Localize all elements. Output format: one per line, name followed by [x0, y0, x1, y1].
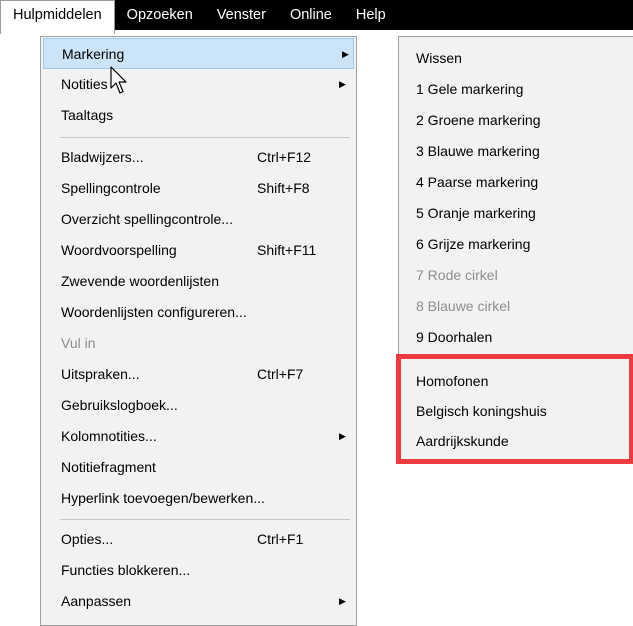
menu-item-label: Uitspraken...: [61, 366, 140, 382]
submenu-item-label: 4 Paarse markering: [416, 174, 539, 190]
menu-item-aanpassen[interactable]: Aanpassen ▶: [41, 586, 356, 617]
menu-help[interactable]: Help: [344, 0, 398, 30]
menu-item-label: Zwevende woordenlijsten: [61, 273, 219, 289]
menu-item-hyperlink[interactable]: Hyperlink toevoegen/bewerken...: [41, 483, 356, 514]
menu-item-shortcut: Shift+F11: [257, 242, 317, 258]
menu-bar: Hulpmiddelen Opzoeken Venster Online Hel…: [0, 0, 633, 34]
submenu-item-doorhalen[interactable]: 9 Doorhalen: [399, 322, 633, 353]
menu-item-shortcut: Ctrl+F1: [257, 531, 304, 547]
submenu-item-rode-cirkel: 7 Rode cirkel: [399, 260, 633, 291]
menu-item-taaltags[interactable]: Taaltags: [41, 100, 356, 131]
menu-item-label: Taaltags: [61, 107, 114, 123]
menu-item-label: Spellingcontrole: [61, 180, 161, 196]
submenu-item-oranje-markering[interactable]: 5 Oranje markering: [399, 198, 633, 229]
menu-item-kolomnotities[interactable]: Kolomnotities... ▶: [41, 421, 356, 452]
submenu-item-label: 9 Doorhalen: [416, 329, 493, 345]
menu-item-gebruikslogboek[interactable]: Gebruikslogboek...: [41, 390, 356, 421]
menu-item-functies-blokkeren[interactable]: Functies blokkeren...: [41, 555, 356, 586]
menu-item-shortcut: Shift+F8: [257, 180, 310, 196]
submenu-arrow-icon: ▶: [339, 431, 346, 441]
mouse-cursor-icon: [110, 66, 127, 94]
menu-item-label: Kolomnotities...: [61, 428, 157, 444]
menu-item-label: Bladwijzers...: [61, 149, 144, 165]
menu-item-label: Woordvoorspelling: [61, 242, 177, 258]
menu-separator: [60, 137, 350, 138]
submenu-item-label: 3 Blauwe markering: [416, 143, 540, 159]
menu-item-notitiefragment[interactable]: Notitiefragment: [41, 452, 356, 483]
submenu-item-blauwe-markering[interactable]: 3 Blauwe markering: [399, 136, 633, 167]
menu-item-uitspraken[interactable]: Uitspraken... Ctrl+F7: [41, 359, 356, 390]
menu-item-label: Vul in: [61, 335, 96, 351]
submenu-arrow-icon: ▶: [342, 49, 349, 59]
menu-item-bladwijzers[interactable]: Bladwijzers... Ctrl+F12: [41, 142, 356, 173]
submenu-item-label: 7 Rode cirkel: [416, 267, 498, 283]
submenu-item-blauwe-cirkel: 8 Blauwe cirkel: [399, 291, 633, 322]
menu-item-label: Aanpassen: [61, 593, 132, 609]
submenu-item-label: 5 Oranje markering: [416, 205, 536, 221]
submenu-item-label: 8 Blauwe cirkel: [416, 298, 511, 314]
submenu-item-groene-markering[interactable]: 2 Groene markering: [399, 105, 633, 136]
menu-item-vul-in: Vul in: [41, 328, 356, 359]
menu-item-overzicht-spellingcontrole[interactable]: Overzicht spellingcontrole...: [41, 204, 356, 235]
menu-item-label: Gebruikslogboek...: [61, 397, 178, 413]
annotation-highlight-box: [396, 354, 633, 464]
menu-item-label: Functies blokkeren...: [61, 562, 191, 578]
menu-venster[interactable]: Venster: [205, 0, 278, 30]
menu-item-woordvoorspelling[interactable]: Woordvoorspelling Shift+F11: [41, 235, 356, 266]
submenu-item-wissen[interactable]: Wissen: [399, 43, 633, 74]
hulpmiddelen-dropdown: Markering ▶ Notities ▶ Taaltags Bladwijz…: [40, 36, 357, 626]
submenu-item-label: 1 Gele markering: [416, 81, 524, 97]
menu-item-label: Hyperlink toevoegen/bewerken...: [61, 490, 265, 506]
menu-item-zwevende-woordenlijsten[interactable]: Zwevende woordenlijsten: [41, 266, 356, 297]
menu-opzoeken[interactable]: Opzoeken: [115, 0, 205, 30]
menu-item-shortcut: Ctrl+F12: [257, 149, 312, 165]
submenu-item-label: Wissen: [416, 50, 462, 66]
submenu-item-gele-markering[interactable]: 1 Gele markering: [399, 74, 633, 105]
menu-item-label: Woordenlijsten configureren...: [61, 304, 247, 320]
submenu-item-paarse-markering[interactable]: 4 Paarse markering: [399, 167, 633, 198]
submenu-arrow-icon: ▶: [339, 79, 346, 89]
menu-item-markering[interactable]: Markering ▶: [43, 38, 354, 69]
menu-item-label: Notitiefragment: [61, 459, 156, 475]
menu-separator: [60, 519, 350, 520]
submenu-arrow-icon: ▶: [339, 596, 346, 606]
menu-item-shortcut: Ctrl+F7: [257, 366, 304, 382]
menu-hulpmiddelen[interactable]: Hulpmiddelen: [0, 0, 115, 34]
submenu-item-grijze-markering[interactable]: 6 Grijze markering: [399, 229, 633, 260]
menu-item-notities[interactable]: Notities ▶: [41, 69, 356, 100]
menu-item-label: Notities: [61, 76, 108, 92]
submenu-item-label: 6 Grijze markering: [416, 236, 531, 252]
menu-item-opties[interactable]: Opties... Ctrl+F1: [41, 524, 356, 555]
menu-online[interactable]: Online: [278, 0, 344, 30]
menu-item-spellingcontrole[interactable]: Spellingcontrole Shift+F8: [41, 173, 356, 204]
menu-item-label: Opties...: [61, 531, 114, 547]
menu-item-woordenlijsten-configureren[interactable]: Woordenlijsten configureren...: [41, 297, 356, 328]
menu-item-label: Overzicht spellingcontrole...: [61, 211, 233, 227]
submenu-item-label: 2 Groene markering: [416, 112, 541, 128]
